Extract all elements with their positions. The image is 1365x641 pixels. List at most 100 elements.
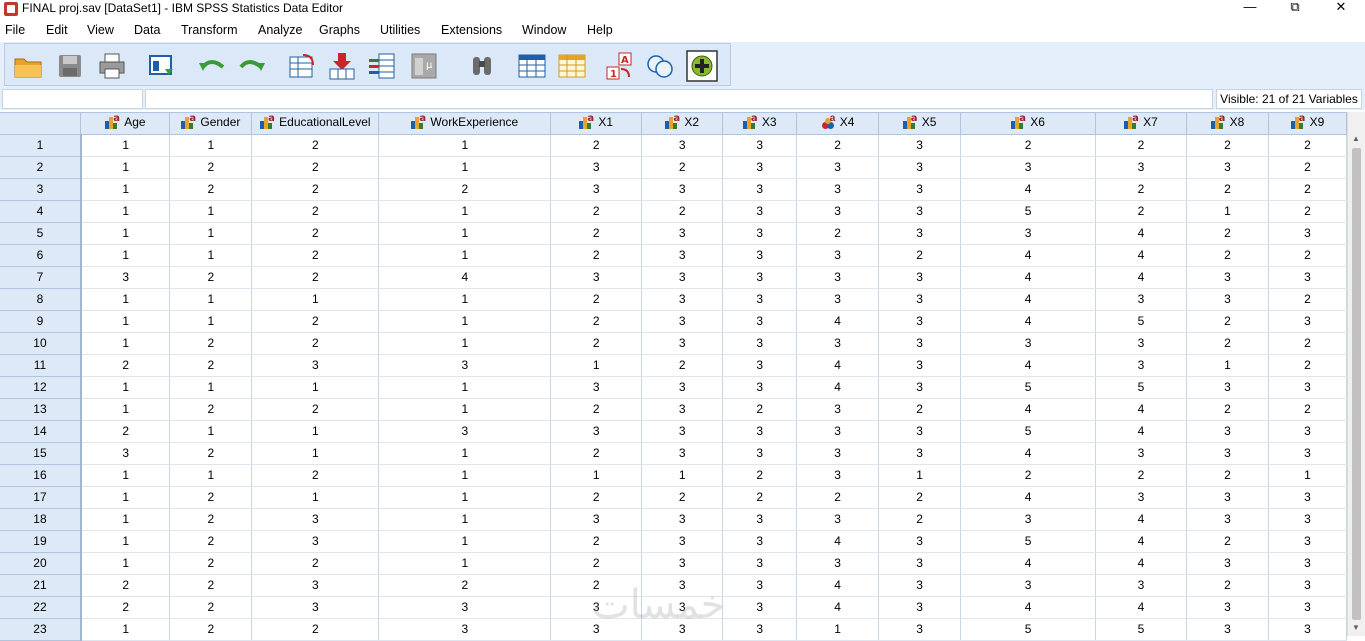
column-header-x9[interactable]: a X9 — [1268, 113, 1348, 135]
data-cell[interactable]: 3 — [722, 530, 798, 553]
data-cell[interactable]: 5 — [1095, 376, 1187, 399]
data-cell[interactable]: 2 — [1095, 200, 1187, 223]
data-cell[interactable]: 1 — [251, 442, 380, 465]
data-cell[interactable]: 4 — [796, 530, 880, 553]
save-icon[interactable] — [55, 51, 85, 81]
data-cell[interactable]: 1 — [378, 288, 552, 311]
data-cell[interactable]: 3 — [722, 552, 798, 575]
vertical-scrollbar[interactable]: ▲ ▼ — [1347, 112, 1365, 636]
data-cell[interactable]: 3 — [1268, 574, 1348, 597]
data-cell[interactable]: 3 — [722, 244, 798, 267]
data-cell[interactable]: 2 — [550, 310, 643, 333]
data-cell[interactable]: 1 — [80, 288, 171, 311]
row-header[interactable]: 3 — [0, 178, 82, 201]
run-descriptives-icon[interactable]: µ — [409, 51, 439, 81]
data-cell[interactable]: 2 — [1095, 464, 1187, 487]
column-header-x6[interactable]: a X6 — [960, 113, 1096, 135]
data-cell[interactable]: 3 — [878, 618, 962, 641]
row-header[interactable]: 17 — [0, 486, 82, 509]
use-variable-sets-icon[interactable] — [645, 51, 675, 81]
restore-button[interactable]: ⧉ — [1272, 0, 1318, 18]
data-cell[interactable]: 3 — [378, 420, 552, 443]
data-cell[interactable]: 1 — [378, 244, 552, 267]
data-cell[interactable]: 2 — [1268, 156, 1348, 179]
data-cell[interactable]: 2 — [251, 332, 380, 355]
open-folder-icon[interactable] — [13, 51, 43, 81]
data-cell[interactable]: 1 — [169, 244, 253, 267]
data-cell[interactable]: 3 — [722, 266, 798, 289]
data-cell[interactable]: 2 — [1268, 134, 1348, 157]
data-cell[interactable]: 3 — [796, 266, 880, 289]
data-cell[interactable]: 2 — [251, 552, 380, 575]
column-header-x4[interactable]: a X4 — [796, 113, 880, 135]
data-cell[interactable]: 2 — [878, 508, 962, 531]
data-cell[interactable]: 2 — [550, 530, 643, 553]
row-header[interactable]: 8 — [0, 288, 82, 311]
data-cell[interactable]: 2 — [1268, 332, 1348, 355]
data-cell[interactable]: 2 — [1095, 178, 1187, 201]
data-cell[interactable]: 1 — [550, 354, 643, 377]
menu-graphs[interactable]: Graphs — [319, 23, 360, 37]
data-cell[interactable]: 3 — [641, 376, 724, 399]
data-cell[interactable]: 4 — [796, 574, 880, 597]
data-cell[interactable]: 3 — [796, 442, 880, 465]
data-cell[interactable]: 4 — [1095, 222, 1187, 245]
data-cell[interactable]: 3 — [722, 508, 798, 531]
row-header[interactable]: 20 — [0, 552, 82, 575]
data-cell[interactable]: 1 — [169, 420, 253, 443]
data-cell[interactable]: 3 — [796, 420, 880, 443]
data-cell[interactable]: 2 — [169, 354, 253, 377]
data-cell[interactable]: 4 — [960, 354, 1096, 377]
data-cell[interactable]: 3 — [722, 310, 798, 333]
data-cell[interactable]: 2 — [1268, 244, 1348, 267]
row-header[interactable]: 2 — [0, 156, 82, 179]
data-cell[interactable]: 4 — [378, 266, 552, 289]
data-cell[interactable]: 3 — [722, 596, 798, 619]
data-cell[interactable]: 3 — [796, 332, 880, 355]
data-cell[interactable]: 3 — [1268, 442, 1348, 465]
data-cell[interactable]: 3 — [722, 420, 798, 443]
data-cell[interactable]: 2 — [251, 244, 380, 267]
data-cell[interactable]: 3 — [550, 156, 643, 179]
data-cell[interactable]: 2 — [1186, 310, 1269, 333]
row-header[interactable]: 19 — [0, 530, 82, 553]
column-header-workexperience[interactable]: a WorkExperience — [378, 113, 552, 135]
data-cell[interactable]: 2 — [1268, 200, 1348, 223]
column-header-gender[interactable]: a Gender — [169, 113, 253, 135]
data-cell[interactable]: 1 — [80, 398, 171, 421]
data-cell[interactable]: 1 — [169, 222, 253, 245]
data-cell[interactable]: 1 — [80, 464, 171, 487]
data-cell[interactable]: 2 — [1186, 530, 1269, 553]
data-cell[interactable]: 4 — [1095, 266, 1187, 289]
data-cell[interactable]: 3 — [796, 156, 880, 179]
data-cell[interactable]: 2 — [169, 442, 253, 465]
data-cell[interactable]: 3 — [1095, 574, 1187, 597]
data-cell[interactable]: 2 — [169, 596, 253, 619]
data-cell[interactable]: 3 — [722, 376, 798, 399]
data-cell[interactable]: 3 — [641, 332, 724, 355]
data-cell[interactable]: 3 — [641, 508, 724, 531]
data-cell[interactable]: 4 — [960, 552, 1096, 575]
data-cell[interactable]: 3 — [378, 596, 552, 619]
data-cell[interactable]: 3 — [796, 508, 880, 531]
data-cell[interactable]: 2 — [80, 574, 171, 597]
data-cell[interactable]: 2 — [550, 332, 643, 355]
data-cell[interactable]: 3 — [1268, 222, 1348, 245]
data-cell[interactable]: 2 — [169, 398, 253, 421]
data-cell[interactable]: 2 — [550, 244, 643, 267]
row-header[interactable]: 4 — [0, 200, 82, 223]
data-cell[interactable]: 2 — [641, 200, 724, 223]
data-cell[interactable]: 2 — [251, 178, 380, 201]
cell-value-field[interactable] — [145, 89, 1213, 109]
data-cell[interactable]: 1 — [80, 244, 171, 267]
data-cell[interactable]: 3 — [878, 354, 962, 377]
data-cell[interactable]: 1 — [378, 530, 552, 553]
row-header[interactable]: 22 — [0, 596, 82, 619]
data-cell[interactable]: 5 — [1095, 310, 1187, 333]
data-cell[interactable]: 1 — [251, 376, 380, 399]
data-cell[interactable]: 2 — [169, 552, 253, 575]
variables-icon[interactable] — [367, 51, 397, 81]
value-labels-icon[interactable]: A 1 — [605, 51, 635, 81]
data-cell[interactable]: 5 — [960, 618, 1096, 641]
data-cell[interactable]: 1 — [378, 134, 552, 157]
